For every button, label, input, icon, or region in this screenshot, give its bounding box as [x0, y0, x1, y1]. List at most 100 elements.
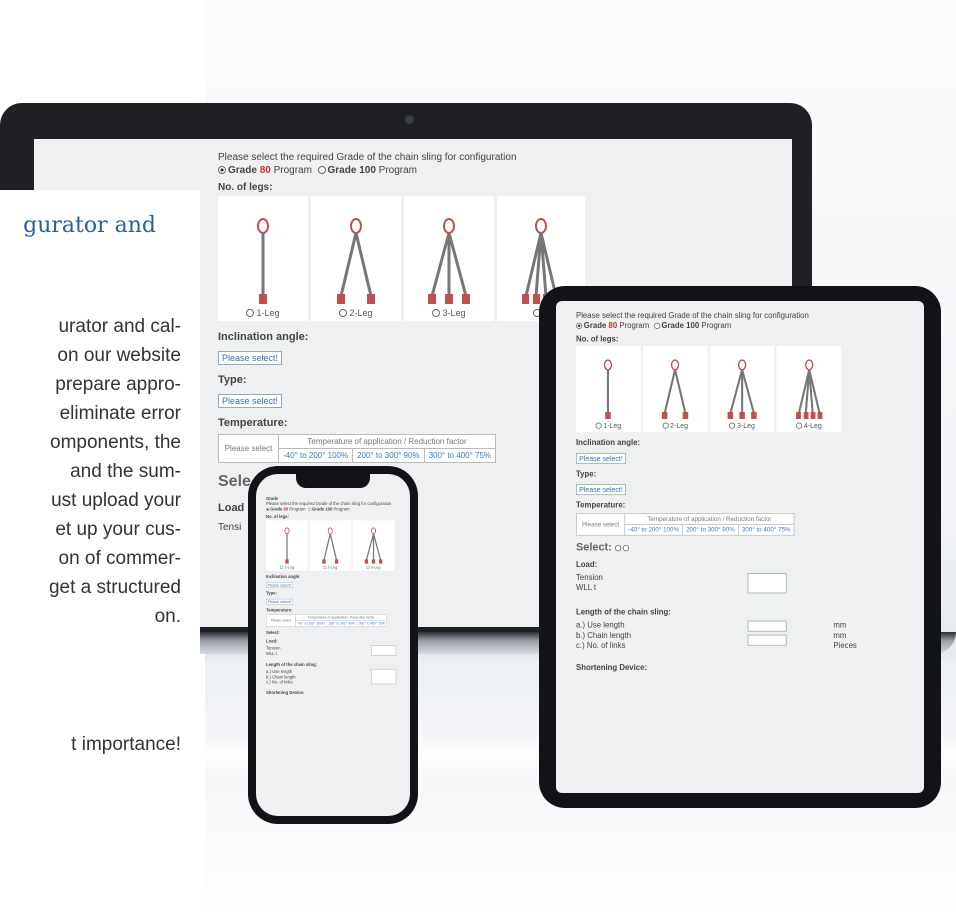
length-heading: Length of the chain sling:	[266, 662, 318, 668]
grade-options: Grade 80 Program Grade 100 Program	[218, 164, 788, 177]
body-line: on of commer-	[58, 548, 181, 569]
grade-prompt: Please select the required Grade of the …	[218, 152, 517, 163]
temperature-heading: Temperature:	[576, 501, 626, 510]
tension-label: Tension	[576, 573, 603, 583]
temp-option[interactable]: 300° to 400° 75%	[737, 523, 795, 536]
select-label: Select:	[576, 541, 841, 552]
temp-option[interactable]: -40° to 200° 100%	[277, 448, 354, 463]
leg-option-4[interactable]: 4-Leg	[776, 346, 842, 432]
legs-heading: No. of legs:	[576, 335, 619, 344]
body-line: get a structured	[48, 577, 181, 598]
grade100-radio[interactable]	[653, 322, 660, 329]
two-leg-chain-icon	[322, 527, 339, 564]
temp-option[interactable]: 300° to 400° 75%	[356, 620, 387, 627]
inclination-select[interactable]: Please select!	[576, 452, 626, 464]
one-leg-chain-icon	[284, 527, 290, 564]
temp-option[interactable]: 200° to 300° 90%	[352, 448, 425, 463]
panel-footer: t importance!	[71, 734, 181, 755]
temp-option[interactable]: 200° to 300° 90%	[682, 523, 739, 536]
leg-option-2[interactable]: 2-Leg	[642, 346, 708, 432]
leg-option-1[interactable]: 1-Leg	[576, 346, 641, 432]
use-length-input[interactable]	[747, 620, 787, 632]
temp-option[interactable]: -40° to 200° 100%	[295, 620, 327, 627]
phone-notch	[296, 472, 370, 488]
leg-option-1[interactable]: 1-Leg	[218, 196, 308, 321]
type-select[interactable]: Please select!	[576, 484, 626, 496]
select-label: Select:	[266, 630, 280, 636]
tablet-configurator: Please select the required Grade of the …	[576, 311, 857, 673]
leg-option-3[interactable]: 3-Leg	[352, 520, 395, 571]
body-line: and the sum-	[70, 461, 181, 482]
leg-option-3[interactable]: 3-Leg	[709, 346, 775, 432]
grade-options: Grade 80 Program Grade 100 Program	[576, 321, 841, 331]
wll-label: WLL t	[576, 584, 597, 593]
one-leg-chain-icon	[257, 218, 269, 304]
temperature-table: Please select Temperature of application…	[265, 614, 387, 627]
body-line: ust upload your	[51, 490, 181, 511]
one-leg-chain-icon	[604, 359, 613, 419]
length-row-label: c.) No. of links	[576, 641, 626, 651]
body-line: omponents, the	[50, 432, 181, 453]
temp-select-cell[interactable]: Please select	[218, 434, 279, 463]
two-leg-chain-icon	[337, 218, 375, 304]
grade80-radio[interactable]	[218, 166, 226, 174]
load-row: Tension WLL t	[576, 573, 841, 601]
temp-option[interactable]: -40° to 200° 100%	[624, 523, 683, 536]
three-leg-chain-icon	[428, 218, 470, 304]
panel-heading: gurator and	[23, 213, 156, 238]
body-line: et up your cus-	[55, 519, 181, 540]
temp-select-cell[interactable]: Please select	[576, 513, 626, 536]
load-heading: Load:	[266, 639, 278, 644]
shortening-heading: Shortening Device:	[576, 663, 648, 673]
temperature-heading: Temperature:	[266, 608, 293, 613]
legs-heading: No. of legs:	[218, 182, 273, 193]
tension-input[interactable]	[747, 573, 787, 594]
body-line: urator and cal-	[58, 316, 181, 337]
grade100-radio[interactable]	[317, 166, 326, 174]
grade-options: Grade 80 Program Grade 100 Program	[266, 507, 405, 512]
three-leg-chain-icon	[727, 359, 757, 419]
length-rows: a.) Use length b.) Chain length c.) No. …	[266, 669, 405, 687]
inclination-select[interactable]: Please select!	[218, 351, 283, 365]
legs-options: 1-Leg 2-Leg 3-Leg	[266, 520, 405, 571]
unit-label: mm	[833, 631, 847, 641]
temp-select-cell[interactable]: Please select	[265, 614, 296, 627]
length-row-label: b.) Chain length	[576, 631, 632, 641]
length-input[interactable]	[371, 669, 397, 685]
unit-label: mm	[833, 621, 847, 631]
tablet-screen: Please select the required Grade of the …	[556, 301, 924, 793]
grade-prompt: Please select the required Grade of the …	[576, 311, 809, 321]
temperature-table: Please select Temperature of application…	[218, 434, 497, 463]
type-select[interactable]: Please select!	[218, 394, 283, 408]
four-leg-chain-icon	[795, 359, 823, 419]
leg-option-1[interactable]: 1-Leg	[266, 520, 308, 571]
temp-header: Temperature of application / Reduction f…	[624, 513, 795, 525]
phone-configurator: Grade Please select the required Grade o…	[265, 496, 405, 696]
inclination-select[interactable]: Please select!	[266, 582, 293, 588]
two-leg-chain-icon	[661, 359, 689, 419]
camera-icon	[405, 115, 414, 124]
grade80-radio[interactable]	[576, 322, 583, 329]
length-row-label: a.) Use length	[576, 621, 625, 631]
type-heading: Type:	[266, 591, 277, 596]
phone-screen: Grade Please select the required Grade o…	[256, 474, 410, 816]
tension-input[interactable]	[371, 645, 397, 656]
length-heading: Length of the chain sling:	[576, 608, 671, 617]
leg-option-3[interactable]: 3-Leg	[404, 196, 494, 321]
type-select[interactable]: Please select!	[266, 598, 293, 605]
three-leg-chain-icon	[364, 527, 383, 564]
temperature-table: Please select Temperature of application…	[576, 513, 795, 536]
body-line: on.	[154, 606, 181, 627]
load-row: Tension WLL t	[266, 645, 405, 660]
chain-length-input[interactable]	[747, 634, 787, 646]
temp-option[interactable]: 300° to 400° 75%	[423, 448, 497, 463]
temp-option[interactable]: 200° to 300° 90%	[326, 620, 357, 627]
shortening-heading: Shortening Device:	[266, 690, 305, 696]
load-heading: Load:	[576, 560, 598, 570]
leg-option-2[interactable]: 2-Leg	[311, 196, 401, 321]
leg-option-2[interactable]: 2-Leg	[309, 520, 352, 571]
inclination-heading: Inclination angle:	[266, 574, 301, 580]
body-line: prepare appro-	[55, 374, 181, 395]
legs-heading: No. of legs:	[266, 514, 289, 520]
inclination-heading: Inclination angle:	[576, 438, 641, 448]
